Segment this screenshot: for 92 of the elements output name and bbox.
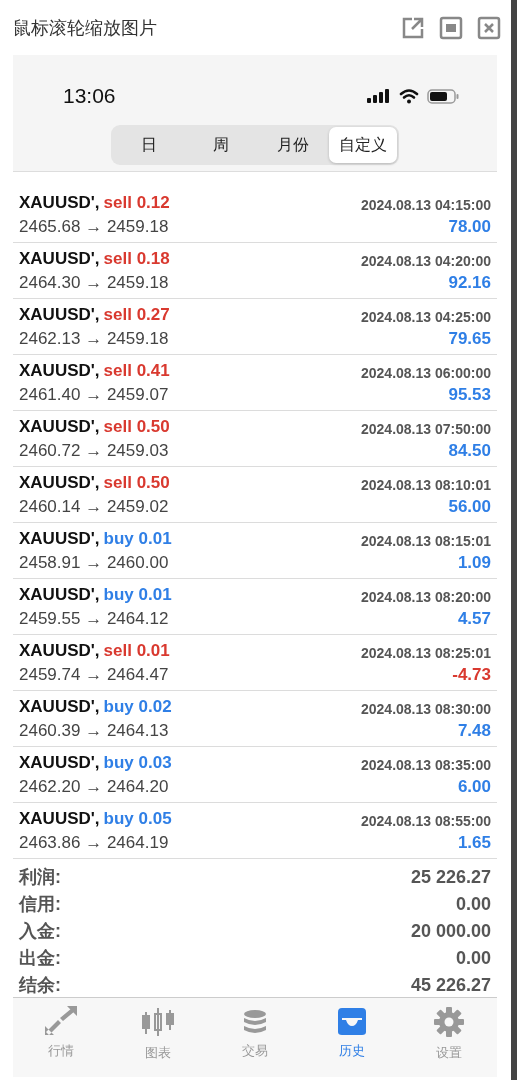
nav-tab[interactable]: 历史 <box>303 1006 401 1077</box>
summary-value: 25 226.27 <box>410 866 491 889</box>
profit-value: 1.09 <box>457 552 491 573</box>
profit-value: 84.50 <box>448 440 491 461</box>
price-range: 2460.72 → 2459.03 <box>19 440 170 461</box>
profit-value: 95.53 <box>448 384 491 405</box>
status-time: 13:06 <box>63 84 116 108</box>
price-range: 2462.20 → 2464.20 <box>19 776 170 797</box>
nav-tab[interactable]: 图表 <box>109 1006 207 1077</box>
period-tab[interactable]: 日 <box>113 127 185 163</box>
profit-value: 7.48 <box>457 720 491 741</box>
symbol-label: XAUUSD', <box>19 416 100 437</box>
order-label: sell 0.12 <box>103 192 170 213</box>
wifi-icon <box>399 88 419 104</box>
summary-label: 信用: <box>19 893 61 916</box>
trade-time: 2024.08.13 04:20:00 <box>361 252 491 269</box>
trade-time: 2024.08.13 08:15:01 <box>361 532 491 549</box>
order-label: sell 0.50 <box>103 472 170 493</box>
trade-time: 2024.08.13 08:35:00 <box>361 756 491 773</box>
price-range: 2461.40 → 2459.07 <box>19 384 170 405</box>
period-tab[interactable]: 月份 <box>257 127 329 163</box>
symbol-label: XAUUSD', <box>19 584 100 605</box>
symbol-label: XAUUSD', <box>19 696 100 717</box>
order-label: sell 0.41 <box>103 360 170 381</box>
external-link-icon[interactable] <box>401 15 425 40</box>
symbol-label: XAUUSD', <box>19 248 100 269</box>
period-tab[interactable]: 周 <box>185 127 257 163</box>
summary-value: 45 226.27 <box>410 974 491 997</box>
trade-time: 2024.08.13 08:30:00 <box>361 700 491 717</box>
price-range: 2464.30 → 2459.18 <box>19 272 170 293</box>
summary-label: 利润: <box>19 866 61 889</box>
signal-icon <box>367 89 391 103</box>
order-label: buy 0.02 <box>103 696 172 717</box>
order-label: buy 0.03 <box>103 752 172 773</box>
settings-icon <box>432 1006 465 1038</box>
fullscreen-icon[interactable] <box>439 15 463 40</box>
price-range: 2465.68 → 2459.18 <box>19 216 170 237</box>
price-range: 2460.14 → 2459.02 <box>19 496 170 517</box>
order-label: sell 0.27 <box>103 304 170 325</box>
trade-time: 2024.08.13 04:25:00 <box>361 308 491 325</box>
window-title: 鼠标滚轮缩放图片 <box>13 16 158 40</box>
symbol-label: XAUUSD', <box>19 360 100 381</box>
symbol-label: XAUUSD', <box>19 304 100 325</box>
symbol-label: XAUUSD', <box>19 528 100 549</box>
order-label: buy 0.05 <box>103 808 172 829</box>
profit-value: 78.00 <box>448 216 491 237</box>
battery-icon <box>427 88 459 104</box>
order-label: sell 0.50 <box>103 416 170 437</box>
trade-time: 2024.08.13 08:55:00 <box>361 812 491 829</box>
symbol-label: XAUUSD', <box>19 472 100 493</box>
profit-value: 6.00 <box>457 776 491 797</box>
nav-tab[interactable]: 行情 <box>13 1006 110 1077</box>
trade-time: 2024.08.13 08:25:01 <box>361 644 491 661</box>
scrollbar[interactable] <box>511 0 517 1080</box>
order-label: buy 0.01 <box>103 528 172 549</box>
order-label: sell 0.01 <box>103 640 170 661</box>
order-label: sell 0.18 <box>103 248 170 269</box>
candlestick-icon <box>141 1006 176 1038</box>
summary-value: 0.00 <box>455 947 491 970</box>
symbol-label: XAUUSD', <box>19 640 100 661</box>
price-range: 2458.91 → 2460.00 <box>19 552 170 573</box>
price-range: 2462.13 → 2459.18 <box>19 328 170 349</box>
close-icon[interactable] <box>477 15 501 40</box>
symbol-label: XAUUSD', <box>19 808 100 829</box>
symbol-label: XAUUSD', <box>19 752 100 773</box>
nav-tab[interactable]: 交易 <box>206 1006 304 1077</box>
trade-time: 2024.08.13 04:15:00 <box>361 196 491 213</box>
trade-time: 2024.08.13 06:00:00 <box>361 364 491 381</box>
summary-label: 结余: <box>19 974 61 997</box>
profit-value: 92.16 <box>448 272 491 293</box>
nav-tab[interactable]: 设置 <box>400 1006 497 1077</box>
price-range: 2459.55 → 2464.12 <box>19 608 170 629</box>
price-range: 2463.86 → 2464.19 <box>19 832 170 853</box>
summary-value: 0.00 <box>455 893 491 916</box>
profit-value: 1.65 <box>457 832 491 853</box>
symbol-label: XAUUSD', <box>19 192 100 213</box>
price-range: 2460.39 → 2464.13 <box>19 720 170 741</box>
period-tab[interactable]: 自定义 <box>329 127 397 163</box>
inbox-tray-icon <box>335 1006 368 1036</box>
trade-time: 2024.08.13 08:10:01 <box>361 476 491 493</box>
summary-label: 出金: <box>19 947 61 970</box>
profit-value: 56.00 <box>448 496 491 517</box>
trade-time: 2024.08.13 07:50:00 <box>361 420 491 437</box>
diagonal-arrows-icon <box>44 1006 79 1036</box>
trade-time: 2024.08.13 08:20:00 <box>361 588 491 605</box>
profit-value: -4.73 <box>452 664 491 685</box>
profit-value: 79.65 <box>448 328 491 349</box>
price-range: 2459.74 → 2464.47 <box>19 664 170 685</box>
profit-value: 4.57 <box>457 608 491 629</box>
summary-value: 20 000.00 <box>410 920 491 943</box>
order-label: buy 0.01 <box>103 584 172 605</box>
summary-label: 入金: <box>19 920 61 943</box>
